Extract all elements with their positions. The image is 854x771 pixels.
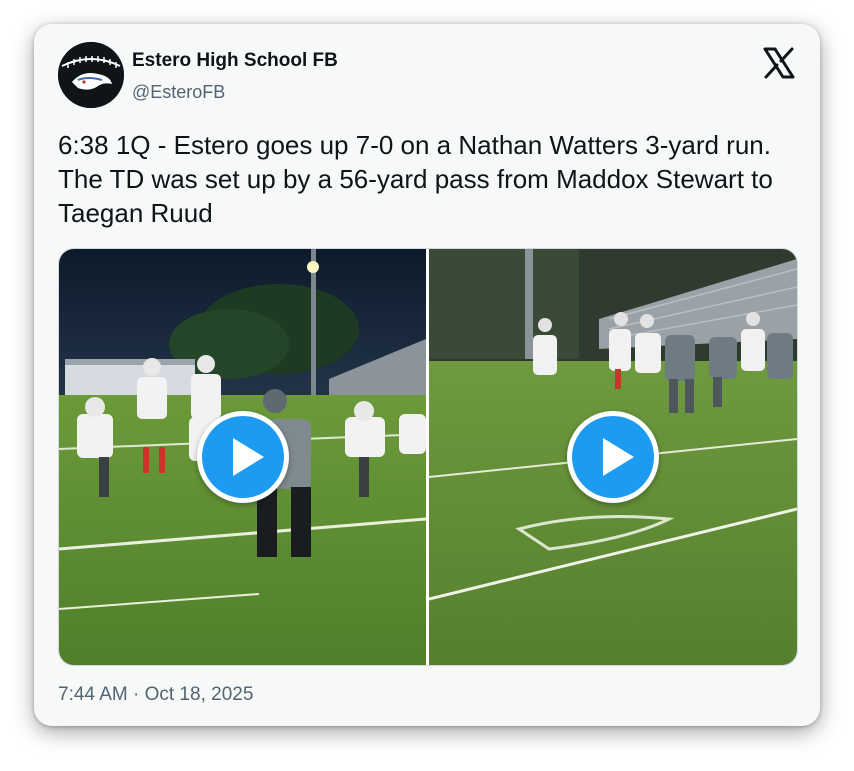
author-display-name[interactable]: Estero High School FB xyxy=(132,50,338,72)
author-avatar[interactable] xyxy=(58,42,124,108)
video-thumbnail-1[interactable] xyxy=(59,249,426,665)
play-icon xyxy=(202,416,284,498)
video-thumbnail-2[interactable] xyxy=(429,249,797,665)
play-button[interactable] xyxy=(567,411,659,503)
media-grid xyxy=(58,248,798,666)
play-button[interactable] xyxy=(197,411,289,503)
tweet-timestamp[interactable]: 7:44 AM · Oct 18, 2025 xyxy=(58,684,253,706)
estero-wildcat-logo-icon xyxy=(58,42,124,108)
tweet-text: 6:38 1Q - Estero goes up 7-0 on a Nathan… xyxy=(58,130,773,228)
author-handle[interactable]: @EsteroFB xyxy=(132,82,225,103)
play-icon xyxy=(572,416,654,498)
tweet-card[interactable]: Estero High School FB @EsteroFB 6:38 1Q … xyxy=(34,24,820,726)
x-logo-icon[interactable] xyxy=(762,46,796,80)
